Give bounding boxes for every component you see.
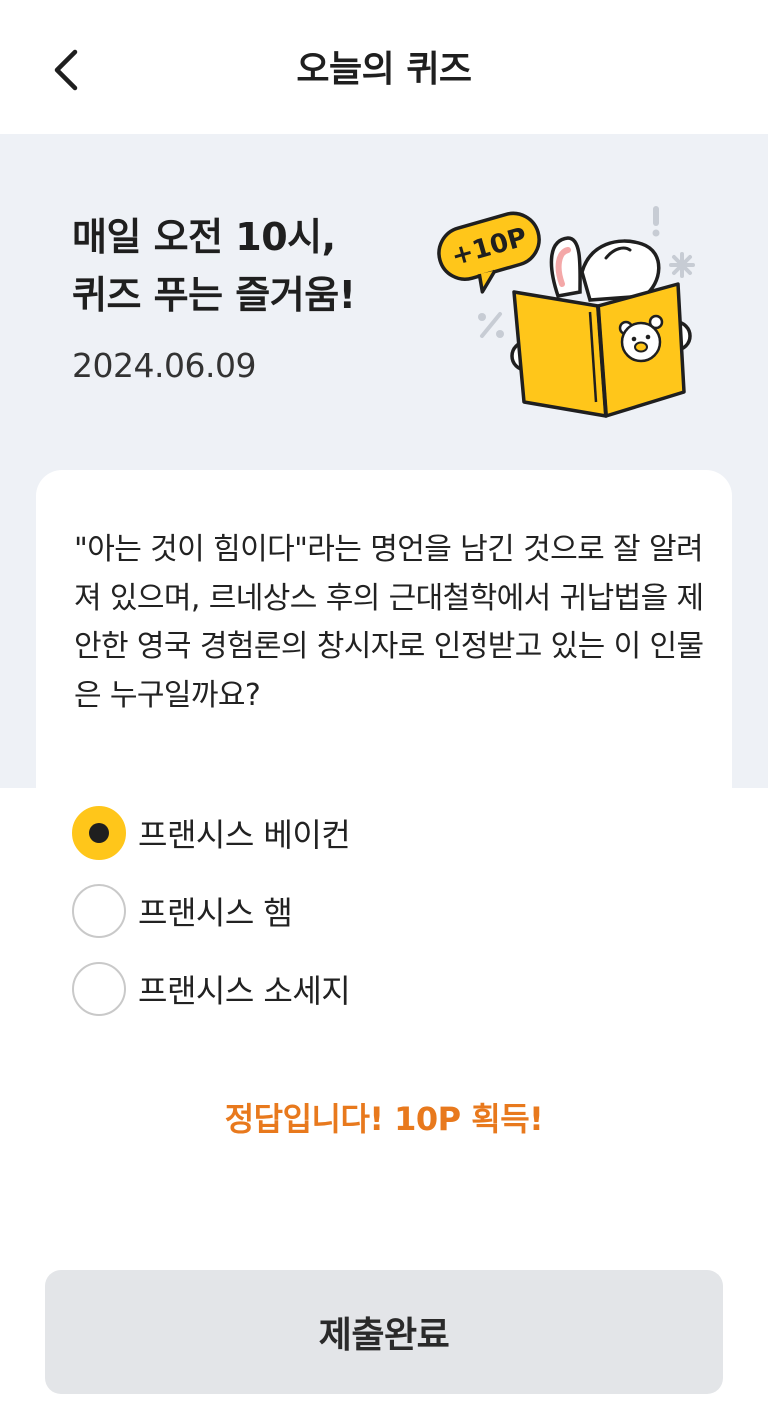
bear-emblem-icon [618, 314, 664, 363]
answer-option-label: 프랜시스 소세지 [138, 972, 351, 1010]
quiz-date: 2024.06.09 [72, 346, 256, 385]
sparkle-icon [669, 252, 695, 278]
page-title: 오늘의 퀴즈 [296, 49, 472, 90]
reading-bunny-illustration: +10P [437, 206, 695, 418]
radio-button[interactable] [72, 884, 126, 938]
app-header: 오늘의 퀴즈 [0, 0, 768, 134]
radio-button[interactable] [72, 962, 126, 1016]
answer-options: 프랜시스 베이컨 프랜시스 햄 프랜시스 소세지 [72, 806, 351, 1040]
result-message: 정답입니다! 10P 획득! [224, 1100, 544, 1138]
quiz-question: "아는 것이 힘이다"라는 명언을 남긴 것으로 잘 알려져 있으며, 르네상스… [74, 532, 704, 713]
hero-title-line-2: 퀴즈 푸는 즐거움! [72, 273, 356, 317]
answer-option-label: 프랜시스 베이컨 [138, 816, 351, 854]
answer-option-1[interactable]: 프랜시스 베이컨 [72, 806, 351, 860]
answer-option-2[interactable]: 프랜시스 햄 [72, 884, 350, 938]
radio-button-selected[interactable] [72, 806, 126, 860]
percent-sign-icon [478, 312, 504, 338]
submit-button[interactable]: 제출완료 [45, 1270, 723, 1394]
answer-option-label: 프랜시스 햄 [138, 894, 293, 932]
hero-title: 매일 오전 10시, 퀴즈 푸는 즐거움! [72, 208, 356, 324]
radio-dot-icon [89, 823, 109, 843]
answer-option-3[interactable]: 프랜시스 소세지 [72, 962, 351, 1016]
exclamation-mark-icon [652, 206, 660, 237]
hero-title-line-1: 매일 오전 10시, [72, 215, 336, 259]
points-badge: +10P [437, 211, 541, 294]
